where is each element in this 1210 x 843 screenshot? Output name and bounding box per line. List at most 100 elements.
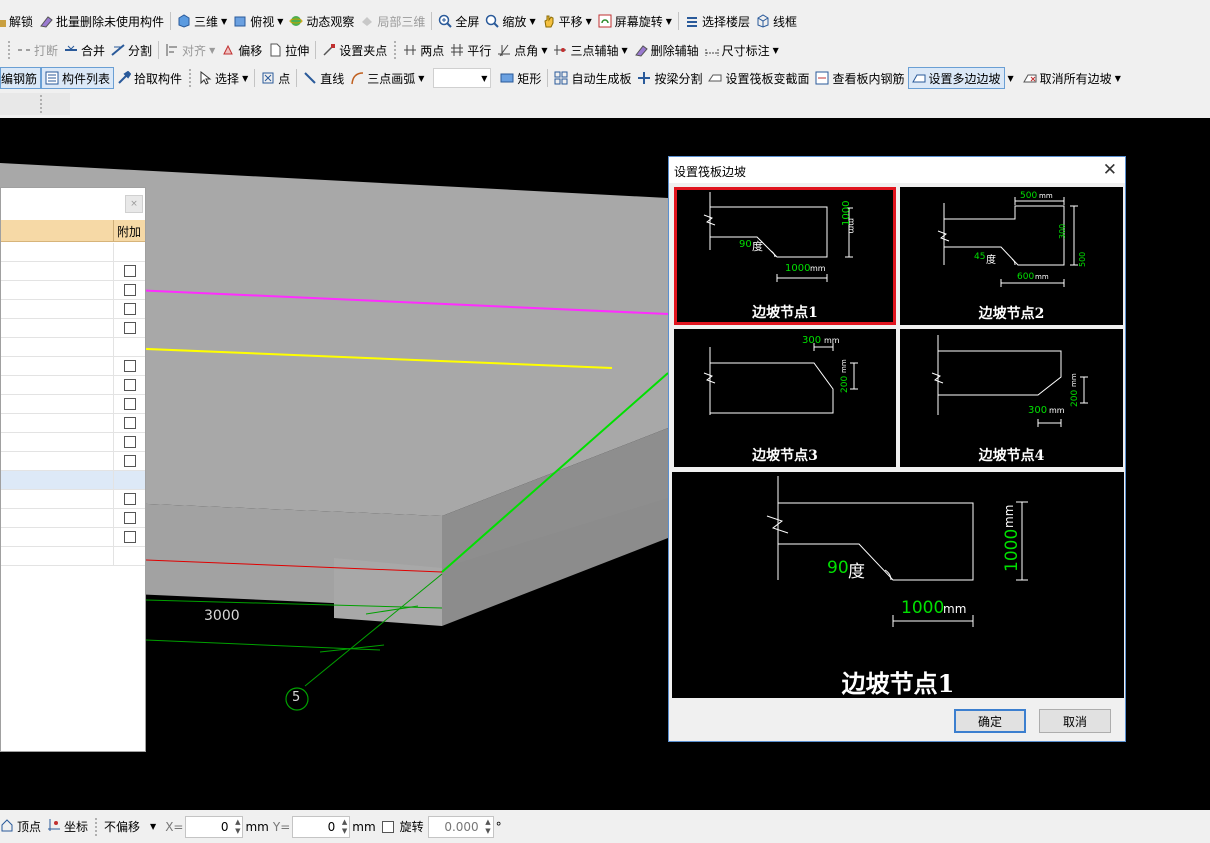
- attach-checkbox[interactable]: [124, 379, 136, 391]
- slope-node-1-option[interactable]: 90 度 1000 mm 1000 mm 边坡节点1: [674, 187, 896, 325]
- rectangle-button[interactable]: 矩形: [497, 67, 544, 89]
- spinner-icon[interactable]: ▲ ▼: [485, 818, 490, 836]
- attach-checkbox[interactable]: [124, 531, 136, 543]
- attach-checkbox[interactable]: [124, 455, 136, 467]
- vertex-snap-toggle[interactable]: 顶点: [0, 818, 44, 835]
- pan-label: 平移: [558, 14, 583, 29]
- split-button[interactable]: 分割: [108, 39, 155, 61]
- offset-mode-select[interactable]: 不偏移 ▼: [101, 818, 159, 835]
- spinner-icon[interactable]: ▲ ▼: [235, 818, 240, 836]
- rectangle-icon: [500, 71, 514, 85]
- line-style-combo[interactable]: ▼: [433, 68, 492, 88]
- dialog-title-bar[interactable]: 设置筏板边坡 ✕: [669, 157, 1125, 183]
- edit-rebar-button[interactable]: 编钢筋: [0, 67, 42, 89]
- attach-checkbox[interactable]: [124, 512, 136, 524]
- x-label: X=: [165, 819, 184, 834]
- batch-delete-button[interactable]: 批量删除未使用构件: [36, 10, 167, 32]
- delete-axis-button[interactable]: 删除辅轴: [631, 39, 702, 61]
- close-icon[interactable]: ✕: [1103, 160, 1117, 180]
- set-grip-button[interactable]: 设置夹点: [319, 39, 390, 61]
- attach-checkbox[interactable]: [124, 417, 136, 429]
- table-row[interactable]: [1, 490, 145, 509]
- table-row[interactable]: [1, 281, 145, 300]
- y-input[interactable]: 0 ▲ ▼: [292, 815, 351, 838]
- split-by-beam-button[interactable]: 按梁分割: [634, 67, 705, 89]
- slope-node-3-option[interactable]: 300 mm 200 mm 边坡节点3: [674, 329, 896, 467]
- merge-button[interactable]: 合并: [61, 39, 108, 61]
- table-row[interactable]: [1, 509, 145, 528]
- pan-dropdown[interactable]: 平移 ▼: [539, 10, 595, 32]
- attach-checkbox[interactable]: [124, 493, 136, 505]
- table-row[interactable]: [1, 414, 145, 433]
- table-row[interactable]: [1, 528, 145, 547]
- attach-checkbox[interactable]: [124, 360, 136, 372]
- attach-checkbox[interactable]: [124, 436, 136, 448]
- full-screen-button[interactable]: 全屏: [435, 10, 482, 32]
- set-raft-section-button[interactable]: 设置筏板变截面: [705, 67, 812, 89]
- table-row[interactable]: [1, 338, 145, 357]
- attach-checkbox[interactable]: [124, 398, 136, 410]
- select-dropdown[interactable]: 选择 ▼: [195, 67, 251, 89]
- unlock-button[interactable]: 解锁: [0, 10, 36, 32]
- cancel-all-slopes-dropdown[interactable]: 取消所有边坡 ▼: [1020, 67, 1124, 89]
- table-row[interactable]: [1, 395, 145, 414]
- zoom-label: 缩放: [502, 14, 527, 29]
- view-3d-dropdown[interactable]: 三维 ▼: [174, 10, 230, 32]
- line-icon: [303, 71, 317, 85]
- wireframe-button[interactable]: 线框: [753, 10, 800, 32]
- table-row[interactable]: [1, 471, 145, 490]
- screen-rotate-dropdown[interactable]: 屏幕旋转 ▼: [595, 10, 675, 32]
- auto-slab-button[interactable]: 自动生成板: [551, 67, 634, 89]
- point-angle-dropdown[interactable]: 点角 ▼: [494, 39, 550, 61]
- select-floor-button[interactable]: 选择楼层: [682, 10, 753, 32]
- rotate-input[interactable]: 0.000 ▲ ▼: [427, 815, 494, 838]
- table-row[interactable]: [1, 243, 145, 262]
- table-row[interactable]: [1, 547, 145, 566]
- table-row[interactable]: [1, 300, 145, 319]
- separator: [296, 69, 298, 87]
- spinner-icon[interactable]: ▲ ▼: [342, 818, 347, 836]
- rotate-checkbox[interactable]: [381, 820, 394, 833]
- table-row[interactable]: [1, 319, 145, 338]
- table-row[interactable]: [1, 433, 145, 452]
- slope-node-4-option[interactable]: 300 mm 200 mm 边坡节点4: [900, 329, 1123, 467]
- node-2-top-unit: mm: [1039, 192, 1053, 200]
- dimension-dropdown[interactable]: 尺寸标注 ▼: [702, 39, 782, 61]
- attach-checkbox[interactable]: [124, 265, 136, 277]
- component-list-button[interactable]: 构件列表: [41, 67, 115, 89]
- table-row[interactable]: [1, 376, 145, 395]
- slope-node-2-option[interactable]: 500 mm 45 度 300 500 600 mm 边坡节点2: [900, 187, 1123, 325]
- coordinate-snap-toggle[interactable]: 坐标: [44, 818, 91, 835]
- attach-checkbox[interactable]: [124, 322, 136, 334]
- top-view-dropdown[interactable]: 俯视 ▼: [230, 10, 286, 32]
- set-multi-edge-slope-button[interactable]: 设置多边边坡: [907, 67, 1005, 89]
- view-slab-rebar-button[interactable]: 查看板内钢筋: [812, 67, 907, 89]
- separator: [8, 41, 10, 59]
- two-point-button[interactable]: 两点: [400, 39, 447, 61]
- break-button[interactable]: 打断: [14, 39, 61, 61]
- grip-icon: [322, 43, 336, 57]
- chevron-down-icon[interactable]: ▼: [1008, 74, 1014, 83]
- point-button[interactable]: 点: [258, 67, 293, 89]
- x-input[interactable]: 0 ▲ ▼: [185, 815, 244, 838]
- align-dropdown[interactable]: 对齐 ▼: [162, 39, 218, 61]
- orbit-button[interactable]: 动态观察: [286, 10, 357, 32]
- ok-button[interactable]: 确定: [954, 709, 1026, 733]
- table-row[interactable]: [1, 452, 145, 471]
- local-3d-button[interactable]: 局部三维: [357, 10, 428, 32]
- line-button[interactable]: 直线: [300, 67, 347, 89]
- stretch-button[interactable]: 拉伸: [265, 39, 312, 61]
- offset-button[interactable]: 偏移: [218, 39, 265, 61]
- close-icon[interactable]: ×: [125, 195, 143, 213]
- attach-checkbox[interactable]: [124, 303, 136, 315]
- three-point-arc-dropdown[interactable]: 三点画弧 ▼: [347, 67, 427, 89]
- pick-component-button[interactable]: 拾取构件: [114, 67, 185, 89]
- three-point-axis-dropdown[interactable]: 三点辅轴 ▼: [550, 39, 630, 61]
- cancel-button[interactable]: 取消: [1039, 709, 1111, 733]
- table-row[interactable]: [1, 357, 145, 376]
- table-row[interactable]: [1, 262, 145, 281]
- zoom-dropdown[interactable]: 缩放 ▼: [482, 10, 538, 32]
- parallel-button[interactable]: 平行: [447, 39, 494, 61]
- separator: [547, 69, 549, 87]
- attach-checkbox[interactable]: [124, 284, 136, 296]
